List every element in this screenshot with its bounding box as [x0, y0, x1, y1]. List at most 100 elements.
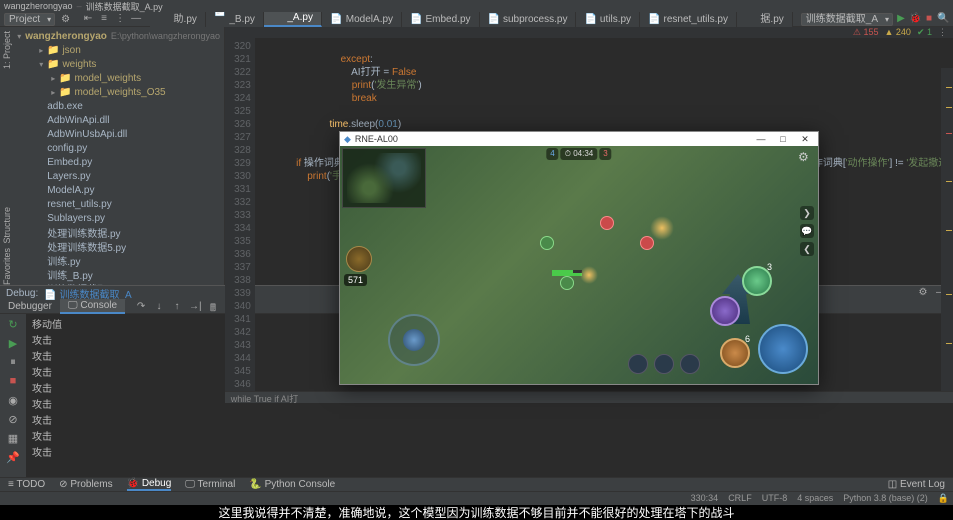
tool-debug[interactable]: 🐞 Debug: [127, 478, 172, 491]
emulator-window[interactable]: ◆ RNE-AL00 — □ ✕ 4 ⏱ 04:34 3 ⚙ 571 ❯ 💬: [339, 131, 819, 385]
tree-item[interactable]: config.py: [13, 141, 224, 155]
tree-item[interactable]: 训练.py: [13, 253, 224, 267]
tree-item[interactable]: 训练数据截取_A.py: [13, 281, 224, 285]
recall-button[interactable]: [628, 354, 648, 374]
game-viewport[interactable]: 4 ⏱ 04:34 3 ⚙ 571 ❯ 💬 ❮ 6 3: [340, 146, 818, 384]
tree-item[interactable]: AdbWinApi.dll: [13, 113, 224, 127]
tool-python-console[interactable]: 🐍 Python Console: [249, 479, 335, 490]
editor-tab[interactable]: 📄Embed.py: [402, 12, 479, 27]
view-breakpoints-button[interactable]: ◉: [6, 394, 20, 408]
inspection-errors[interactable]: ⚠ 155: [853, 27, 879, 38]
indent-info[interactable]: 4 spaces: [797, 493, 833, 504]
debug-icon[interactable]: 🐞: [909, 13, 921, 25]
attack-button[interactable]: [758, 324, 808, 374]
tree-item[interactable]: adb.exe: [13, 99, 224, 113]
match-time: ⏱ 04:34: [561, 148, 598, 160]
run-config-dropdown[interactable]: 训练数据截取_A: [801, 13, 893, 26]
gold-icon[interactable]: [346, 246, 372, 272]
tree-item[interactable]: Layers.py: [13, 169, 224, 183]
skill-2-button[interactable]: [710, 296, 740, 326]
editor-tab[interactable]: 📄训练_B.py: [206, 12, 264, 27]
tree-item[interactable]: ModelA.py: [13, 183, 224, 197]
left-tool-structure[interactable]: Structure: [2, 207, 12, 244]
project-tree[interactable]: ▾ wangzherongyao E:\python\wangzherongya…: [13, 27, 225, 285]
project-settings-icon[interactable]: ⚙: [61, 14, 70, 25]
editor-tab[interactable]: 📄ModelA.py: [322, 12, 402, 27]
summoner-skill-2[interactable]: [654, 354, 674, 374]
step-over-icon[interactable]: ↷: [135, 301, 147, 313]
search-icon[interactable]: 🔍: [937, 13, 949, 25]
project-view-dropdown[interactable]: Project: [4, 13, 55, 26]
pin-button[interactable]: 📌: [6, 451, 20, 465]
team-score-red: 3: [599, 148, 611, 160]
interpreter[interactable]: Python 3.8 (base) (2): [843, 493, 928, 504]
minimap-scrollbar[interactable]: [941, 68, 953, 391]
tree-item[interactable]: 训练_B.py: [13, 267, 224, 281]
inspection-warnings[interactable]: ▲ 240: [884, 27, 910, 38]
tree-item[interactable]: resnet_utils.py: [13, 197, 224, 211]
mini-map[interactable]: [342, 148, 426, 208]
inspection-ok[interactable]: ✔ 1: [917, 27, 932, 38]
pause-button[interactable]: ⏸: [6, 356, 20, 370]
show-options-icon[interactable]: ⋮: [114, 13, 126, 25]
expand-icon[interactable]: ≡: [98, 13, 110, 25]
rerun-button[interactable]: ↻: [6, 318, 20, 332]
tree-item[interactable]: Sublayers.py: [13, 211, 224, 225]
inspection-more-icon[interactable]: ⋮: [938, 27, 947, 38]
window-close-icon[interactable]: ✕: [796, 134, 814, 145]
project-name: wangzherongyao: [4, 1, 73, 11]
run-to-cursor-icon[interactable]: →|: [189, 301, 201, 313]
tree-item[interactable]: 处理训练数据.py: [13, 225, 224, 239]
left-tool-project[interactable]: 1: Project: [2, 31, 12, 69]
line-separator[interactable]: CRLF: [728, 493, 752, 504]
collapse-all-icon[interactable]: ⇤: [82, 13, 94, 25]
tool-terminal[interactable]: 🖵 Terminal: [185, 479, 235, 490]
enemy-hero: [640, 236, 654, 250]
tree-root[interactable]: ▾ wangzherongyao E:\python\wangzherongya…: [13, 29, 224, 43]
tool-problems[interactable]: ⊘ Problems: [59, 479, 112, 490]
stop-icon[interactable]: ■: [923, 13, 935, 25]
evaluate-icon[interactable]: 🖩: [207, 301, 219, 313]
window-maximize-icon[interactable]: □: [774, 134, 792, 145]
summoner-skill-1[interactable]: [680, 354, 700, 374]
file-encoding[interactable]: UTF-8: [762, 493, 788, 504]
breadcrumb-bar[interactable]: while True if AI打: [225, 391, 953, 403]
game-settings-icon[interactable]: ⚙: [798, 150, 812, 164]
stop-button[interactable]: ■: [6, 375, 20, 389]
hide-icon[interactable]: —: [130, 13, 142, 25]
editor-tab[interactable]: 📄取训练数据.py: [737, 12, 793, 27]
battle-effect: [650, 216, 674, 240]
event-log[interactable]: ◫ Event Log: [888, 479, 945, 490]
tree-item[interactable]: 处理训练数据5.py: [13, 239, 224, 253]
debug-label: Debug:: [6, 288, 38, 299]
left-tool-favorites[interactable]: Favorites: [2, 248, 12, 285]
step-into-icon[interactable]: ↓: [153, 301, 165, 313]
editor-tab[interactable]: 📄resnet_utils.py: [640, 12, 737, 27]
back-button[interactable]: ❮: [800, 242, 814, 256]
tree-item[interactable]: ▸📁 json: [13, 43, 224, 57]
tree-item[interactable]: ▾📁 weights: [13, 57, 224, 71]
editor-tab[interactable]: 📄subprocess.py: [480, 12, 577, 27]
editor-tab[interactable]: 📄utils.py: [576, 12, 640, 27]
window-minimize-icon[interactable]: —: [752, 134, 770, 145]
layout-button[interactable]: ▦: [6, 432, 20, 446]
resume-button[interactable]: ▶: [6, 337, 20, 351]
skill-3-button[interactable]: 3: [742, 266, 772, 296]
mute-breakpoints-button[interactable]: ⊘: [6, 413, 20, 427]
debugger-tab[interactable]: Debugger: [0, 300, 60, 313]
tree-item[interactable]: AdbWinUsbApi.dll: [13, 127, 224, 141]
tree-item[interactable]: Embed.py: [13, 155, 224, 169]
step-out-icon[interactable]: ↑: [171, 301, 183, 313]
run-icon[interactable]: ▶: [895, 13, 907, 25]
lock-icon[interactable]: 🔒: [938, 493, 949, 504]
tree-item[interactable]: ▸📁 model_weights: [13, 71, 224, 85]
editor-tab[interactable]: 📄训练数据截取_A.py: [264, 12, 322, 27]
editor-tab[interactable]: 📄运行辅助.py: [150, 12, 206, 27]
tool-todo[interactable]: ≡ TODO: [8, 479, 45, 490]
console-tab[interactable]: 🖵 Console: [60, 299, 125, 314]
skill-1-button[interactable]: 6: [720, 338, 750, 368]
chat-button[interactable]: 💬: [800, 224, 814, 238]
movement-joystick[interactable]: [388, 314, 440, 366]
tree-item[interactable]: ▸📁 model_weights_O35: [13, 85, 224, 99]
signal-button[interactable]: ❯: [800, 206, 814, 220]
